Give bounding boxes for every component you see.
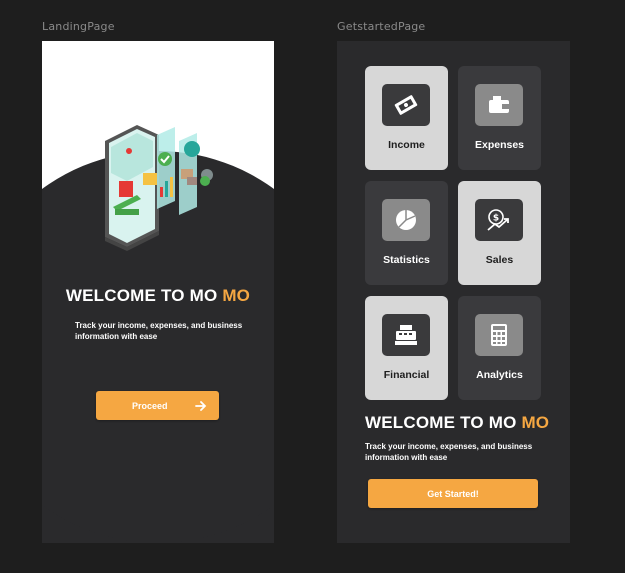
getstarted-subtext: Track your income, expenses, and busines…: [365, 442, 533, 462]
tile-financial-label: Financial: [383, 369, 430, 381]
proceed-button[interactable]: Proceed: [96, 391, 219, 420]
welcome-accent: MO: [521, 413, 550, 432]
getstarted-welcome-heading: WELCOME TO MO MO: [365, 413, 549, 433]
get-started-button[interactable]: Get Started!: [368, 479, 538, 508]
proceed-label: Proceed: [132, 400, 168, 411]
calculator-icon: [475, 314, 523, 356]
get-started-label: Get Started!: [427, 488, 479, 499]
tile-statistics[interactable]: Statistics: [365, 181, 448, 285]
svg-text:$: $: [493, 214, 499, 224]
welcome-accent: MO: [222, 286, 251, 305]
tile-income[interactable]: Income: [365, 66, 448, 170]
tile-statistics-label: Statistics: [383, 254, 430, 266]
welcome-text: WELCOME TO MO: [365, 413, 517, 432]
arrow-right-icon: [195, 400, 207, 411]
tile-financial[interactable]: Financial: [365, 296, 448, 400]
wallet-icon: [475, 84, 523, 126]
tile-analytics-label: Analytics: [476, 369, 523, 381]
getstarted-page-frame: Income Expenses Statistics $ Sales Finan…: [337, 41, 570, 543]
tile-expenses[interactable]: Expenses: [458, 66, 541, 170]
landing-page-frame: WELCOME TO MO MO Track your income, expe…: [42, 41, 274, 543]
tile-sales-label: Sales: [485, 254, 514, 266]
pie-chart-icon: [382, 199, 430, 241]
welcome-text: WELCOME TO MO: [65, 286, 218, 305]
getstarted-frame-label: GetstartedPage: [337, 20, 426, 33]
tile-expenses-label: Expenses: [474, 139, 525, 151]
landing-subtext: Track your income, expenses, and busines…: [75, 321, 243, 341]
landing-frame-label: LandingPage: [42, 20, 115, 33]
finance-phone-illustration: [105, 125, 213, 251]
money-icon: [382, 84, 430, 126]
tile-income-label: Income: [388, 139, 425, 151]
tile-analytics[interactable]: Analytics: [458, 296, 541, 400]
landing-welcome-heading: WELCOME TO MO MO: [42, 286, 274, 306]
tile-sales[interactable]: $ Sales: [458, 181, 541, 285]
cash-register-icon: [382, 314, 430, 356]
dollar-trend-icon: $: [475, 199, 523, 241]
